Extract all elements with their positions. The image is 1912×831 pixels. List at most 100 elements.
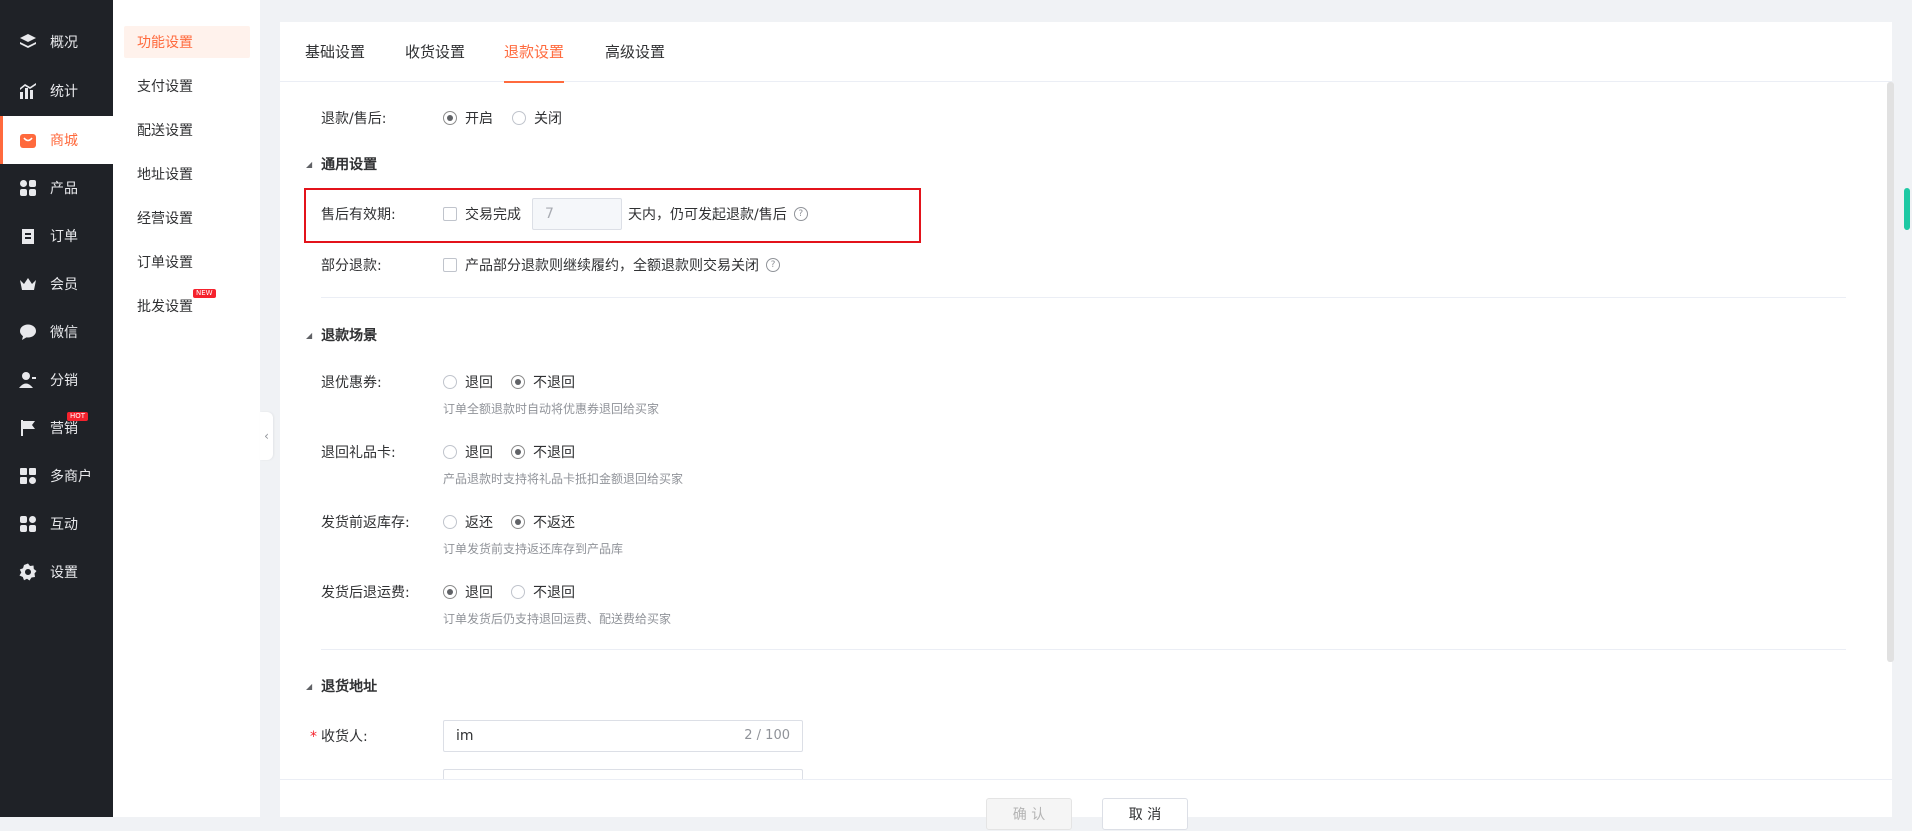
radio-dot <box>511 375 525 389</box>
interact-icon <box>19 515 37 533</box>
section-title-text: 退款场景 <box>321 328 378 344</box>
address-section-title[interactable]: ◢ 退货地址 <box>306 676 378 696</box>
submenu-label: 支付设置 <box>137 79 193 95</box>
nav-item-interaction[interactable]: 互动 <box>0 500 113 548</box>
tab-refund-settings[interactable]: 退款设置 <box>504 22 565 83</box>
receiver-value: im <box>456 728 474 744</box>
giftcard-hint: 产品退款时支持将礼品卡抵扣金额退回给买家 <box>443 472 684 486</box>
validity-days-input[interactable]: 7 <box>532 198 622 230</box>
hot-badge: HOT <box>67 412 89 421</box>
trade-complete-checkbox[interactable]: 交易完成 <box>443 204 521 224</box>
flag-icon <box>19 419 37 437</box>
submenu-business-settings[interactable]: 经营设置 <box>124 202 250 234</box>
nav-item-label: 统计 <box>50 84 78 100</box>
new-badge: NEW <box>193 289 216 298</box>
shipping-fee-return-radio[interactable]: 退回 <box>443 582 493 602</box>
radio-label: 不返还 <box>533 515 575 531</box>
scenes-section-title[interactable]: ◢ 退款场景 <box>306 325 378 345</box>
nav-item-label: 会员 <box>50 277 78 293</box>
checkbox-label: 交易完成 <box>465 207 521 223</box>
scroll-indicator[interactable] <box>1904 188 1910 230</box>
nav-item-label: 互动 <box>50 517 78 533</box>
submenu-label: 订单设置 <box>137 255 193 271</box>
submenu-address-settings[interactable]: 地址设置 <box>124 158 250 190</box>
refund-off-radio[interactable]: 关闭 <box>512 108 562 128</box>
nav-item-orders[interactable]: 订单 <box>0 212 113 260</box>
cancel-button[interactable]: 取 消 <box>1102 798 1188 830</box>
nav-item-products[interactable]: 产品 <box>0 164 113 212</box>
checkbox-label: 产品部分退款则继续履约，全额退款则交易关闭 <box>465 258 759 274</box>
checkbox-box <box>443 258 457 272</box>
submenu-label: 配送设置 <box>137 123 193 139</box>
radio-dot <box>511 585 525 599</box>
submenu-order-settings[interactable]: 订单设置 <box>124 246 250 278</box>
help-icon[interactable]: ? <box>766 258 780 272</box>
shop-bag-icon <box>19 131 37 149</box>
nav-item-label: 概况 <box>50 35 78 51</box>
tab-receiving-settings[interactable]: 收货设置 <box>405 22 465 82</box>
validity-suffix: 天内，仍可发起退款/售后? <box>628 204 808 224</box>
radio-dot <box>443 585 457 599</box>
nav-item-wechat[interactable]: 微信 <box>0 308 113 356</box>
nav-item-label: 订单 <box>50 229 78 245</box>
nav-item-overview[interactable]: 概况 <box>0 18 113 66</box>
coupon-return-radio[interactable]: 退回 <box>443 372 493 392</box>
coupon-label: 退优惠券: <box>321 375 382 391</box>
submenu-wholesale-settings[interactable]: 批发设置 NEW <box>124 289 250 322</box>
receiver-label-text: 收货人: <box>321 729 368 745</box>
radio-label: 退回 <box>465 445 493 461</box>
layers-icon <box>19 33 37 51</box>
settings-card: 基础设置 收货设置 退款设置 高级设置 退款/售后: 开启 关闭 ◢ 通用设置 售… <box>280 22 1892 817</box>
settings-tabs: 基础设置 收货设置 退款设置 高级设置 <box>280 22 1892 83</box>
radio-label: 退回 <box>465 585 493 601</box>
giftcard-return-radio[interactable]: 退回 <box>443 442 493 462</box>
receiver-input[interactable]: im 2 / 100 <box>443 720 803 752</box>
nav-item-marketing[interactable]: 营销 HOT <box>0 404 113 452</box>
submenu-payment-settings[interactable]: 支付设置 <box>124 70 250 102</box>
shipping-fee-no-return-radio[interactable]: 不退回 <box>511 582 575 602</box>
main-navigation: 概况 统计 商城 产品 订单 会员 微信 分销 营销 HOT 多商户 互动 设置 <box>0 0 113 817</box>
stock-return-radio[interactable]: 返还 <box>443 512 493 532</box>
nav-item-statistics[interactable]: 统计 <box>0 67 113 115</box>
clipboard-icon <box>19 227 37 245</box>
nav-item-label: 微信 <box>50 325 78 341</box>
confirm-button[interactable]: 确 认 <box>986 798 1072 830</box>
submenu-label: 地址设置 <box>137 167 193 183</box>
nav-item-multi-merchant[interactable]: 多商户 <box>0 452 113 500</box>
required-mark: * <box>310 729 317 745</box>
nav-item-distribution[interactable]: 分销 <box>0 356 113 404</box>
shipping-fee-hint: 订单发货后仍支持退回运费、配送费给买家 <box>443 612 672 626</box>
submenu-function-settings[interactable]: 功能设置 <box>124 26 250 58</box>
general-section-title[interactable]: ◢ 通用设置 <box>306 154 377 174</box>
stock-label: 发货前返库存: <box>321 515 410 531</box>
refund-label: 退款/售后: <box>321 111 387 127</box>
validity-suffix-text: 天内，仍可发起退款/售后 <box>628 207 787 223</box>
grid-icon <box>19 179 37 197</box>
submenu-label: 经营设置 <box>137 211 193 227</box>
coupon-no-return-radio[interactable]: 不退回 <box>511 372 575 392</box>
nav-item-label: 多商户 <box>50 469 92 485</box>
help-icon[interactable]: ? <box>793 207 808 221</box>
nav-item-mall[interactable]: 商城 <box>0 116 113 164</box>
store-icon <box>19 467 37 485</box>
radio-label: 退回 <box>465 375 493 391</box>
radio-dot <box>443 515 457 529</box>
tab-basic-settings[interactable]: 基础设置 <box>305 22 365 82</box>
radio-dot <box>443 111 457 125</box>
section-title-text: 退货地址 <box>321 679 378 695</box>
collapse-handle[interactable]: ‹ <box>260 412 273 460</box>
tab-advanced-settings[interactable]: 高级设置 <box>605 22 665 82</box>
char-counter: 2 / 100 <box>744 728 790 743</box>
nav-item-members[interactable]: 会员 <box>0 260 113 308</box>
giftcard-no-return-radio[interactable]: 不退回 <box>511 442 575 462</box>
partial-refund-checkbox[interactable]: 产品部分退款则继续履约，全额退款则交易关闭? <box>443 255 780 275</box>
nav-item-settings[interactable]: 设置 <box>0 548 113 596</box>
submenu-delivery-settings[interactable]: 配送设置 <box>124 114 250 146</box>
stock-no-return-radio[interactable]: 不返还 <box>511 512 575 532</box>
wechat-icon <box>19 323 37 341</box>
vertical-scrollbar[interactable] <box>1887 82 1894 662</box>
user-share-icon <box>19 371 37 389</box>
radio-dot <box>511 445 525 459</box>
refund-on-radio[interactable]: 开启 <box>443 108 493 128</box>
caret-icon: ◢ <box>306 681 313 691</box>
